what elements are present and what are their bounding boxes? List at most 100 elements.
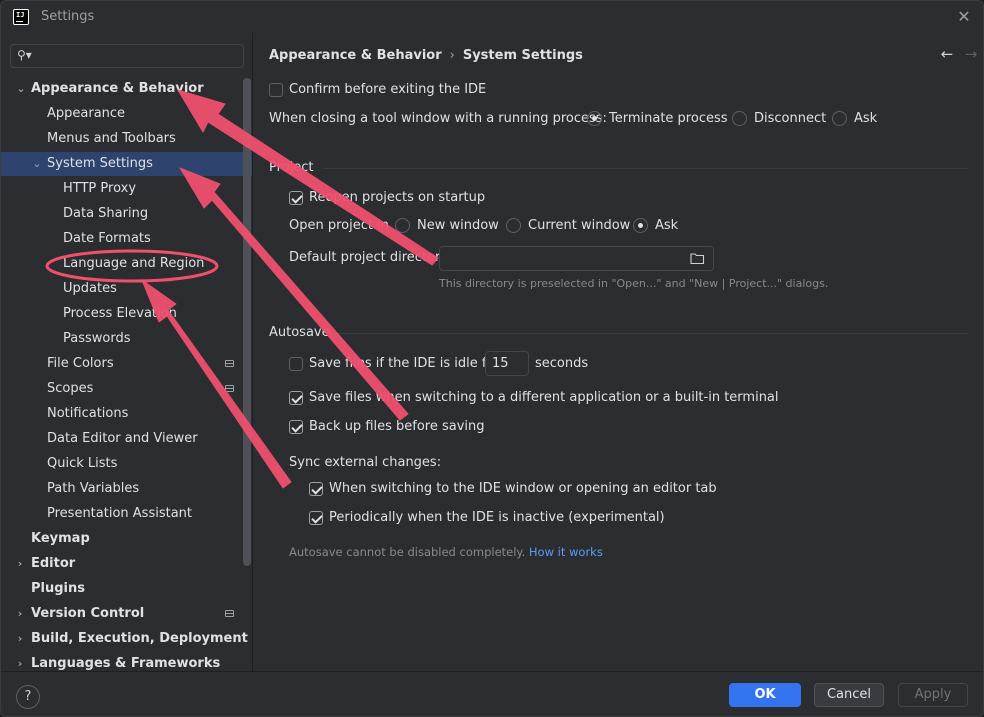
sidebar-item-passwords[interactable]: Passwords	[1, 327, 252, 351]
sync-periodic-checkbox[interactable]	[309, 511, 323, 525]
sidebar-scrollbar[interactable]	[243, 78, 251, 566]
sidebar-item-label: Editor	[31, 556, 76, 571]
default-dir-input[interactable]	[439, 246, 714, 271]
sidebar-item-file-colors[interactable]: File Colors	[1, 352, 252, 376]
new-window-radio[interactable]	[395, 218, 410, 233]
sidebar-item-appearance[interactable]: Appearance	[1, 102, 252, 126]
forward-arrow-icon[interactable]: →	[959, 45, 983, 63]
terminate-process-label: Terminate process	[609, 111, 728, 126]
app-logo-icon: IJ	[13, 9, 29, 25]
dialog-footer: ? OK Cancel Apply	[1, 671, 983, 716]
title-bar: IJ Settings ✕	[1, 1, 983, 33]
idle-seconds-input[interactable]: 15	[485, 351, 529, 376]
sidebar-item-label: Menus and Toolbars	[47, 131, 176, 146]
chevron-down-icon[interactable]: ⌄	[31, 152, 43, 176]
sidebar-item-keymap[interactable]: Keymap	[1, 527, 252, 551]
search-input[interactable]	[37, 47, 237, 65]
reopen-projects-checkbox[interactable]	[289, 191, 303, 205]
sidebar-item-data-sharing[interactable]: Data Sharing	[1, 202, 252, 226]
sidebar-item-appearance-behavior[interactable]: ⌄ Appearance & Behavior	[1, 77, 252, 101]
breadcrumb-current: System Settings	[462, 48, 583, 63]
save-idle-label: Save files if the IDE is idle for	[309, 356, 500, 371]
sidebar-item-editor[interactable]: › Editor	[1, 552, 252, 576]
save-idle-checkbox[interactable]	[289, 357, 303, 371]
sidebar-item-label: Quick Lists	[47, 456, 118, 471]
sidebar-item-label: Process Elevation	[63, 306, 177, 321]
sidebar-item-label: Notifications	[47, 406, 129, 421]
sidebar-item-version-control[interactable]: › Version Control	[1, 602, 252, 626]
disconnect-radio[interactable]	[732, 111, 747, 126]
backup-label: Back up files before saving	[309, 419, 485, 434]
sidebar-item-path-variables[interactable]: Path Variables	[1, 477, 252, 501]
search-field[interactable]: ⚲▾	[10, 44, 244, 68]
chevron-right-icon[interactable]: ›	[14, 552, 26, 576]
default-dir-label: Default project directory:	[289, 250, 452, 265]
sidebar-item-presentation-assistant[interactable]: Presentation Assistant	[1, 502, 252, 526]
sidebar-item-build-execution-deployment[interactable]: › Build, Execution, Deployment	[1, 627, 252, 651]
reopen-projects-label: Reopen projects on startup	[309, 190, 486, 205]
project-level-icon	[225, 385, 234, 392]
chevron-right-icon[interactable]: ›	[14, 602, 26, 626]
sidebar-item-data-editor-viewer[interactable]: Data Editor and Viewer	[1, 427, 252, 451]
sidebar-item-language-region[interactable]: Language and Region	[1, 252, 252, 276]
sidebar-item-label: Date Formats	[63, 231, 151, 246]
terminate-process-radio[interactable]	[587, 111, 602, 126]
cancel-button[interactable]: Cancel	[814, 683, 884, 707]
save-switching-checkbox[interactable]	[289, 391, 303, 405]
breadcrumb-separator: ›	[449, 48, 455, 63]
sync-switch-checkbox[interactable]	[309, 482, 323, 496]
folder-icon[interactable]	[690, 252, 705, 265]
project-section-title: Project	[269, 160, 314, 175]
sidebar-item-process-elevation[interactable]: Process Elevation	[1, 302, 252, 326]
confirm-exit-checkbox[interactable]	[269, 83, 283, 97]
ask-open-radio[interactable]	[633, 218, 648, 233]
tool-window-close-label: When closing a tool window with a runnin…	[269, 111, 607, 126]
sync-periodic-label: Periodically when the IDE is inactive (e…	[329, 510, 665, 525]
sidebar-item-label: Updates	[63, 281, 117, 296]
autosave-note: Autosave cannot be disabled completely. …	[289, 545, 603, 559]
current-window-radio[interactable]	[506, 218, 521, 233]
sidebar-item-menus-toolbars[interactable]: Menus and Toolbars	[1, 127, 252, 151]
sidebar-item-updates[interactable]: Updates	[1, 277, 252, 301]
chevron-right-icon[interactable]: ›	[14, 652, 26, 670]
open-project-in-label: Open project in	[289, 218, 389, 233]
close-icon[interactable]: ✕	[955, 8, 973, 26]
sidebar-item-languages-frameworks[interactable]: › Languages & Frameworks	[1, 652, 252, 670]
sidebar-item-notifications[interactable]: Notifications	[1, 402, 252, 426]
project-level-icon	[225, 360, 234, 367]
sidebar-item-label: Appearance	[47, 106, 126, 121]
backup-checkbox[interactable]	[289, 420, 303, 434]
sidebar-item-system-settings[interactable]: ⌄ System Settings	[1, 152, 252, 176]
ask-radio[interactable]	[832, 111, 847, 126]
help-icon[interactable]: ?	[16, 685, 40, 709]
chevron-right-icon[interactable]: ›	[14, 627, 26, 651]
sidebar-item-label: Version Control	[31, 606, 145, 621]
sidebar-item-label: Data Sharing	[63, 206, 149, 221]
confirm-exit-label: Confirm before exiting the IDE	[289, 82, 487, 97]
sidebar-item-date-formats[interactable]: Date Formats	[1, 227, 252, 251]
apply-button[interactable]: Apply	[898, 683, 968, 707]
chevron-down-icon[interactable]: ⌄	[15, 77, 27, 101]
back-arrow-icon[interactable]: ←	[935, 45, 959, 63]
ok-button[interactable]: OK	[729, 683, 801, 707]
sidebar-item-label: Scopes	[47, 381, 94, 396]
navigation-arrows: ← →	[935, 45, 983, 63]
disconnect-label: Disconnect	[754, 111, 827, 126]
sidebar-item-plugins[interactable]: Plugins	[1, 577, 252, 601]
how-it-works-link[interactable]: How it works	[529, 545, 603, 559]
sidebar-item-scopes[interactable]: Scopes	[1, 377, 252, 401]
sidebar-item-quick-lists[interactable]: Quick Lists	[1, 452, 252, 476]
sidebar-item-http-proxy[interactable]: HTTP Proxy	[1, 177, 252, 201]
sidebar-item-label: Keymap	[31, 531, 90, 546]
sidebar-item-label: Language and Region	[63, 256, 205, 271]
sidebar-item-label: File Colors	[47, 356, 114, 371]
autosave-section-title: Autosave	[269, 325, 330, 340]
breadcrumb-parent[interactable]: Appearance & Behavior	[269, 48, 442, 63]
window-title: Settings	[41, 9, 95, 24]
save-switching-label: Save files when switching to a different…	[309, 390, 779, 405]
new-window-label: New window	[417, 218, 499, 233]
ask-label: Ask	[854, 111, 878, 126]
seconds-label: seconds	[535, 356, 589, 371]
autosave-note-text: Autosave cannot be disabled completely.	[289, 545, 526, 559]
ask-open-label: Ask	[655, 218, 679, 233]
